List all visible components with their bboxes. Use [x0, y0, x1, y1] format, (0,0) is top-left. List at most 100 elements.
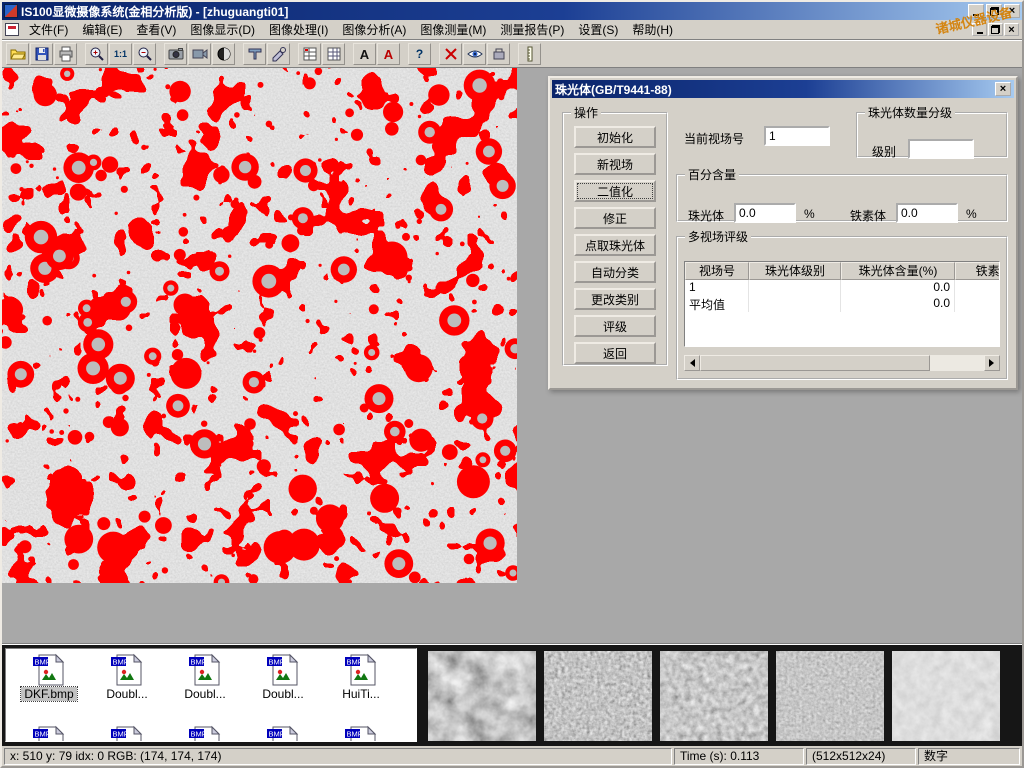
svg-text:BMP: BMP [269, 658, 285, 667]
thumbnail-4[interactable] [776, 651, 884, 741]
file-item[interactable]: BMP [88, 723, 166, 742]
menu-image-process[interactable]: 图像处理(I) [262, 19, 335, 40]
ferrite-input[interactable] [896, 203, 958, 223]
op-new-field-button[interactable]: 新视场 [574, 153, 656, 175]
file-item[interactable]: BMPDoubl... [166, 651, 244, 723]
file-item[interactable]: BMPHuiTi... [322, 651, 400, 723]
file-item[interactable]: BMPDKF.bmp [10, 651, 88, 723]
thumbnail-3[interactable] [660, 651, 768, 741]
close-button[interactable]: × [1004, 4, 1020, 18]
current-field-label: 当前视场号 [684, 130, 744, 147]
ruler-icon[interactable] [518, 43, 541, 65]
eye-icon[interactable] [463, 43, 486, 65]
file-list[interactable]: BMPDKF.bmpBMPDoubl...BMPDoubl...BMPDoubl… [5, 648, 417, 742]
cut-icon[interactable] [439, 43, 462, 65]
table-header-col-3[interactable]: 珠光体含量(%) [841, 262, 955, 280]
threshold-icon[interactable] [212, 43, 235, 65]
file-item[interactable]: BMPDoubl... [88, 651, 166, 723]
window-controls: × [968, 4, 1020, 18]
svg-text:BMP: BMP [113, 658, 129, 667]
micrometer-icon[interactable] [267, 43, 290, 65]
save-file-icon[interactable] [30, 43, 53, 65]
minimize-button[interactable] [968, 4, 984, 18]
menu-settings[interactable]: 设置(S) [571, 19, 625, 40]
scroll-track[interactable] [700, 355, 984, 371]
open-folder-icon[interactable] [6, 43, 29, 65]
data-grid-icon[interactable] [322, 43, 345, 65]
current-field-input[interactable] [764, 126, 830, 146]
video-capture-icon[interactable] [188, 43, 211, 65]
op-grade-button[interactable]: 评级 [574, 315, 656, 337]
toolbar-separator [511, 43, 518, 65]
pearlite-label: 珠光体 [688, 207, 724, 224]
menu-edit[interactable]: 编辑(E) [75, 19, 129, 40]
file-item[interactable]: BMPDoubl... [244, 651, 322, 723]
thumbnail-5[interactable] [892, 651, 1000, 741]
scroll-left-button[interactable] [684, 355, 700, 371]
op-correct-button[interactable]: 修正 [574, 207, 656, 229]
file-item[interactable]: BMP [166, 723, 244, 742]
restore-button[interactable] [986, 4, 1002, 18]
specimen-image[interactable] [2, 68, 517, 583]
font-icon[interactable]: A [353, 43, 376, 65]
scroll-thumb[interactable] [700, 355, 930, 371]
caliper-icon[interactable] [243, 43, 266, 65]
dialog-right-column: 当前视场号 珠光体数量分级 级别 百分含量 珠光体 % 铁素体 % [674, 104, 1014, 386]
ferrite-label: 铁素体 [850, 207, 886, 224]
menu-image-measure[interactable]: 图像测量(M) [413, 19, 493, 40]
menu-measure-report[interactable]: 测量报告(P) [493, 19, 571, 40]
zoom-out-icon[interactable] [133, 43, 156, 65]
annotate-glyph: A [384, 47, 393, 62]
op-auto-classify-button[interactable]: 自动分类 [574, 261, 656, 283]
report-grid-icon[interactable] [298, 43, 321, 65]
mdi-minimize-button[interactable] [972, 23, 987, 36]
toolbar-separator [401, 43, 408, 65]
thumbnail-1[interactable] [428, 651, 536, 741]
bmp-file-icon: BMP [110, 653, 144, 687]
table-row[interactable]: 10.0 [685, 280, 999, 296]
dialog-title-bar[interactable]: 珠光体(GB/T9441-88) × [552, 80, 1014, 98]
table-hscrollbar[interactable] [684, 355, 1000, 371]
zoom-in-icon[interactable] [85, 43, 108, 65]
toolbar-separator [78, 43, 85, 65]
toolbar-separator [291, 43, 298, 65]
thumbnail-2[interactable] [544, 651, 652, 741]
op-binarize-button[interactable]: 二值化 [574, 180, 656, 202]
rating-table-body: 10.0平均值0.0 [685, 280, 999, 312]
thumbnail-strip [420, 645, 1022, 746]
gauge-icon[interactable] [487, 43, 510, 65]
op-change-class-button[interactable]: 更改类别 [574, 288, 656, 310]
menu-help[interactable]: 帮助(H) [625, 19, 680, 40]
print-icon[interactable] [54, 43, 77, 65]
dialog-close-button[interactable]: × [995, 82, 1011, 96]
op-initialize-button[interactable]: 初始化 [574, 126, 656, 148]
camera-icon[interactable] [164, 43, 187, 65]
svg-text:BMP: BMP [113, 730, 129, 739]
file-item[interactable]: BMP [244, 723, 322, 742]
mdi-close-button[interactable]: × [1004, 23, 1019, 36]
actual-size-icon[interactable]: 1:1 [109, 43, 132, 65]
annotate-icon[interactable]: A [377, 43, 400, 65]
op-pick-pearlite-button[interactable]: 点取珠光体 [574, 234, 656, 256]
menu-image-analysis[interactable]: 图像分析(A) [335, 19, 413, 40]
menu-view[interactable]: 查看(V) [129, 19, 183, 40]
pearlite-input[interactable] [734, 203, 796, 223]
rating-table-header: 视场号珠光体级别珠光体含量(%)铁素体含量(%) [685, 262, 999, 280]
mdi-restore-button[interactable] [988, 23, 1003, 36]
table-header-col-4[interactable]: 铁素体含量(%) [955, 262, 1000, 280]
table-header-col-1[interactable]: 视场号 [685, 262, 749, 280]
op-return-button[interactable]: 返回 [574, 342, 656, 364]
document-icon[interactable] [5, 23, 19, 36]
rating-table: 视场号珠光体级别珠光体含量(%)铁素体含量(%) 10.0平均值0.0 [684, 261, 1000, 347]
menu-image-display[interactable]: 图像显示(D) [183, 19, 262, 40]
title-bar[interactable]: IS100显微摄像系统(金相分析版) - [zhuguangti01] × [2, 2, 1022, 20]
scroll-right-button[interactable] [984, 355, 1000, 371]
help-icon[interactable]: ? [408, 43, 431, 65]
table-header-col-2[interactable]: 珠光体级别 [749, 262, 841, 280]
file-item[interactable]: BMP [10, 723, 88, 742]
file-item[interactable]: BMP [322, 723, 400, 742]
menu-file[interactable]: 文件(F) [22, 19, 75, 40]
grade-input[interactable] [908, 139, 974, 159]
table-row[interactable]: 平均值0.0 [685, 296, 999, 312]
bmp-file-icon: BMP [32, 653, 66, 687]
